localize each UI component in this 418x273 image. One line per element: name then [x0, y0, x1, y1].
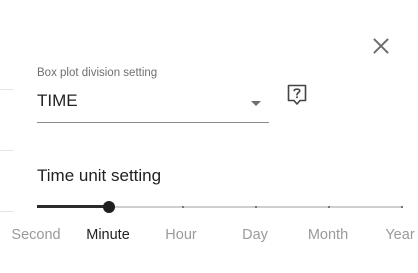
background-divider [0, 211, 14, 212]
box-plot-division-label: Box plot division setting [37, 67, 158, 79]
time-unit-option-day[interactable]: Day [242, 227, 268, 243]
slider-track [37, 205, 109, 208]
dropdown-arrow-icon [251, 101, 261, 106]
time-unit-option-second[interactable]: Second [11, 227, 60, 243]
time-unit-option-hour[interactable]: Hour [165, 227, 196, 243]
time-unit-option-minute[interactable]: Minute [86, 227, 130, 243]
time-unit-slider[interactable] [37, 198, 403, 216]
time-unit-title: Time unit setting [37, 166, 162, 185]
slider-thumb[interactable] [103, 201, 115, 213]
help-question-icon[interactable] [286, 83, 308, 107]
box-plot-division-value: TIME [37, 91, 78, 110]
slider-mark [255, 206, 257, 208]
background-divider [0, 89, 14, 90]
close-icon[interactable] [370, 35, 392, 57]
slider-mark [401, 206, 403, 208]
time-unit-option-year[interactable]: Year [385, 227, 414, 243]
background-divider [0, 150, 14, 151]
slider-mark [328, 206, 330, 208]
box-plot-division-select[interactable]: TIME [37, 86, 269, 123]
time-unit-option-month[interactable]: Month [308, 227, 348, 243]
slider-mark [182, 206, 184, 208]
